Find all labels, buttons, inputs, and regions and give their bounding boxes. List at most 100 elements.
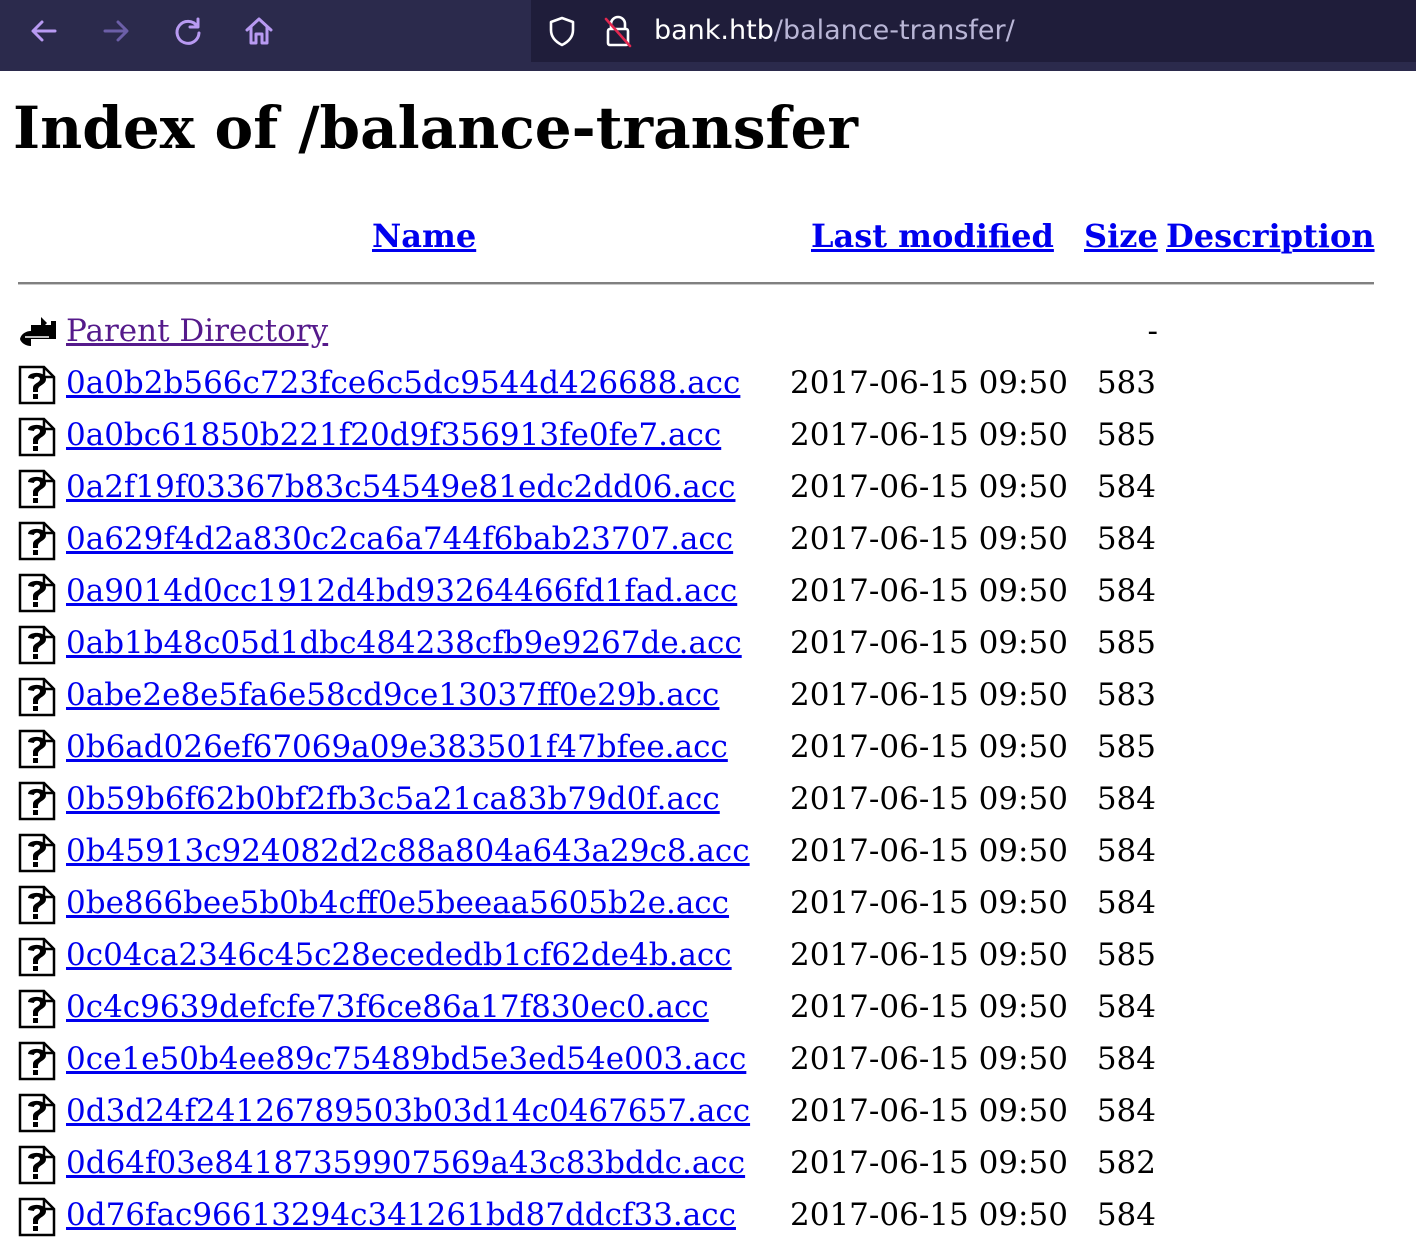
file-link[interactable]: 0b6ad026ef67069a09e383501f47bfee.acc [66, 727, 728, 767]
file-size: 583 [1096, 365, 1156, 401]
file-link[interactable]: 0d76fac96613294c341261bd87ddcf33.acc [66, 1195, 736, 1235]
unknown-file-icon [18, 1197, 56, 1237]
file-modified: 2017-06-15 09:50 [790, 1041, 1068, 1077]
file-row: 0ce1e50b4ee89c75489bd5e3ed54e003.acc 2017… [0, 1035, 1416, 1087]
file-link[interactable]: 0b45913c924082d2c88a804a643a29c8.acc [66, 831, 750, 871]
url-host: bank.htb [654, 15, 774, 46]
file-size: 584 [1096, 521, 1156, 557]
file-link[interactable]: 0a2f19f03367b83c54549e81edc2dd06.acc [66, 467, 735, 507]
file-size: 584 [1096, 573, 1156, 609]
file-size: 585 [1096, 937, 1156, 973]
parent-directory-row: Parent Directory - [0, 307, 1416, 359]
file-modified: 2017-06-15 09:50 [790, 573, 1068, 609]
file-size: 583 [1096, 677, 1156, 713]
unknown-file-icon [18, 729, 56, 769]
file-modified: 2017-06-15 09:50 [790, 885, 1068, 921]
unknown-file-icon [18, 885, 56, 925]
file-row: 0d3d24f24126789503b03d14c0467657.acc 2017… [0, 1087, 1416, 1139]
reload-button[interactable] [170, 13, 206, 49]
file-link[interactable]: 0b59b6f62b0bf2fb3c5a21ca83b79d0f.acc [66, 779, 720, 819]
file-row: 0be866bee5b0b4cff0e5beeaa5605b2e.acc 2017… [0, 879, 1416, 931]
file-row: 0b59b6f62b0bf2fb3c5a21ca83b79d0f.acc 2017… [0, 775, 1416, 827]
file-modified: 2017-06-15 09:50 [790, 1145, 1068, 1181]
unknown-file-icon [18, 1093, 56, 1133]
file-link[interactable]: 0ab1b48c05d1dbc484238cfb9e9267de.acc [66, 623, 742, 663]
file-size: 585 [1096, 625, 1156, 661]
unknown-file-icon [18, 677, 56, 717]
file-size: 584 [1096, 885, 1156, 921]
file-modified: 2017-06-15 09:50 [790, 677, 1068, 713]
unknown-file-icon [18, 521, 56, 561]
file-size: 584 [1096, 833, 1156, 869]
file-link[interactable]: 0a0b2b566c723fce6c5dc9544d426688.acc [66, 363, 740, 403]
file-row: 0b6ad026ef67069a09e383501f47bfee.acc 2017… [0, 723, 1416, 775]
url-path: /balance-transfer/ [773, 15, 1015, 46]
home-button[interactable] [241, 13, 277, 49]
file-row: 0c4c9639defcfe73f6ce86a17f830ec0.acc 2017… [0, 983, 1416, 1035]
site-security-button[interactable] [600, 13, 636, 49]
url-text[interactable]: bank.htb/balance-transfer/ [654, 13, 1015, 49]
file-link[interactable]: 0a9014d0cc1912d4bd93264466fd1fad.acc [66, 571, 737, 611]
parent-directory-link[interactable]: Parent Directory [66, 311, 328, 351]
forward-button[interactable] [98, 13, 134, 49]
file-size: 584 [1096, 469, 1156, 505]
unknown-file-icon [18, 625, 56, 665]
file-modified: 2017-06-15 09:50 [790, 365, 1068, 401]
file-size: 584 [1096, 781, 1156, 817]
file-modified: 2017-06-15 09:50 [790, 729, 1068, 765]
unknown-file-icon [18, 989, 56, 1029]
unknown-file-icon [18, 573, 56, 613]
file-modified: 2017-06-15 09:50 [790, 937, 1068, 973]
header-divider [18, 282, 1374, 285]
home-icon [245, 17, 273, 45]
unknown-file-icon [18, 417, 56, 457]
file-size: 584 [1096, 1093, 1156, 1129]
file-size: 584 [1096, 1197, 1156, 1233]
file-size: 584 [1096, 989, 1156, 1025]
file-row: 0d76fac96613294c341261bd87ddcf33.acc 2017… [0, 1191, 1416, 1243]
file-row: 0d64f03e84187359907569a43c83bddc.acc 2017… [0, 1139, 1416, 1191]
file-size: 585 [1096, 729, 1156, 765]
file-link[interactable]: 0ce1e50b4ee89c75489bd5e3ed54e003.acc [66, 1039, 746, 1079]
unknown-file-icon [18, 833, 56, 873]
sort-by-size-link[interactable]: Size [1084, 215, 1158, 257]
file-modified: 2017-06-15 09:50 [790, 833, 1068, 869]
unknown-file-icon [18, 937, 56, 977]
file-size: 582 [1096, 1145, 1156, 1181]
page-title: Index of /balance-transfer [13, 94, 858, 162]
file-modified: 2017-06-15 09:50 [790, 781, 1068, 817]
unknown-file-icon [18, 781, 56, 821]
back-button[interactable] [26, 13, 62, 49]
file-row: 0c04ca2346c45c28ecededb1cf62de4b.acc 2017… [0, 931, 1416, 983]
reload-icon [175, 17, 201, 45]
file-row: 0abe2e8e5fa6e58cd9ce13037ff0e29b.acc 2017… [0, 671, 1416, 723]
file-link[interactable]: 0a0bc61850b221f20d9f356913fe0fe7.acc [66, 415, 721, 455]
file-modified: 2017-06-15 09:50 [790, 1093, 1068, 1129]
unknown-file-icon [18, 365, 56, 405]
file-modified: 2017-06-15 09:50 [790, 989, 1068, 1025]
shield-icon [549, 16, 575, 47]
browser-toolbar: bank.htb/balance-transfer/ [0, 0, 1416, 71]
file-link[interactable]: 0c04ca2346c45c28ecededb1cf62de4b.acc [66, 935, 732, 975]
file-link[interactable]: 0d3d24f24126789503b03d14c0467657.acc [66, 1091, 750, 1131]
forward-arrow-icon [103, 20, 129, 42]
back-folder-icon [20, 317, 56, 346]
file-link[interactable]: 0be866bee5b0b4cff0e5beeaa5605b2e.acc [66, 883, 729, 923]
sort-by-last-modified-link[interactable]: Last modified [811, 215, 1054, 257]
file-modified: 2017-06-15 09:50 [790, 625, 1068, 661]
file-row: 0ab1b48c05d1dbc484238cfb9e9267de.acc 2017… [0, 619, 1416, 671]
file-link[interactable]: 0d64f03e84187359907569a43c83bddc.acc [66, 1143, 745, 1183]
sort-by-name-link[interactable]: Name [372, 215, 476, 257]
parent-directory-size: - [1147, 313, 1158, 349]
file-link[interactable]: 0abe2e8e5fa6e58cd9ce13037ff0e29b.acc [66, 675, 719, 715]
file-row: 0b45913c924082d2c88a804a643a29c8.acc 2017… [0, 827, 1416, 879]
file-link[interactable]: 0a629f4d2a830c2ca6a744f6bab23707.acc [66, 519, 733, 559]
file-modified: 2017-06-15 09:50 [790, 521, 1068, 557]
file-modified: 2017-06-15 09:50 [790, 469, 1068, 505]
file-link[interactable]: 0c4c9639defcfe73f6ce86a17f830ec0.acc [66, 987, 709, 1027]
sort-by-description-link[interactable]: Description [1166, 215, 1375, 257]
file-row: 0a0b2b566c723fce6c5dc9544d426688.acc 2017… [0, 359, 1416, 411]
tracking-protection-button[interactable] [544, 13, 580, 49]
file-size: 585 [1096, 417, 1156, 453]
unknown-file-icon [18, 1041, 56, 1081]
